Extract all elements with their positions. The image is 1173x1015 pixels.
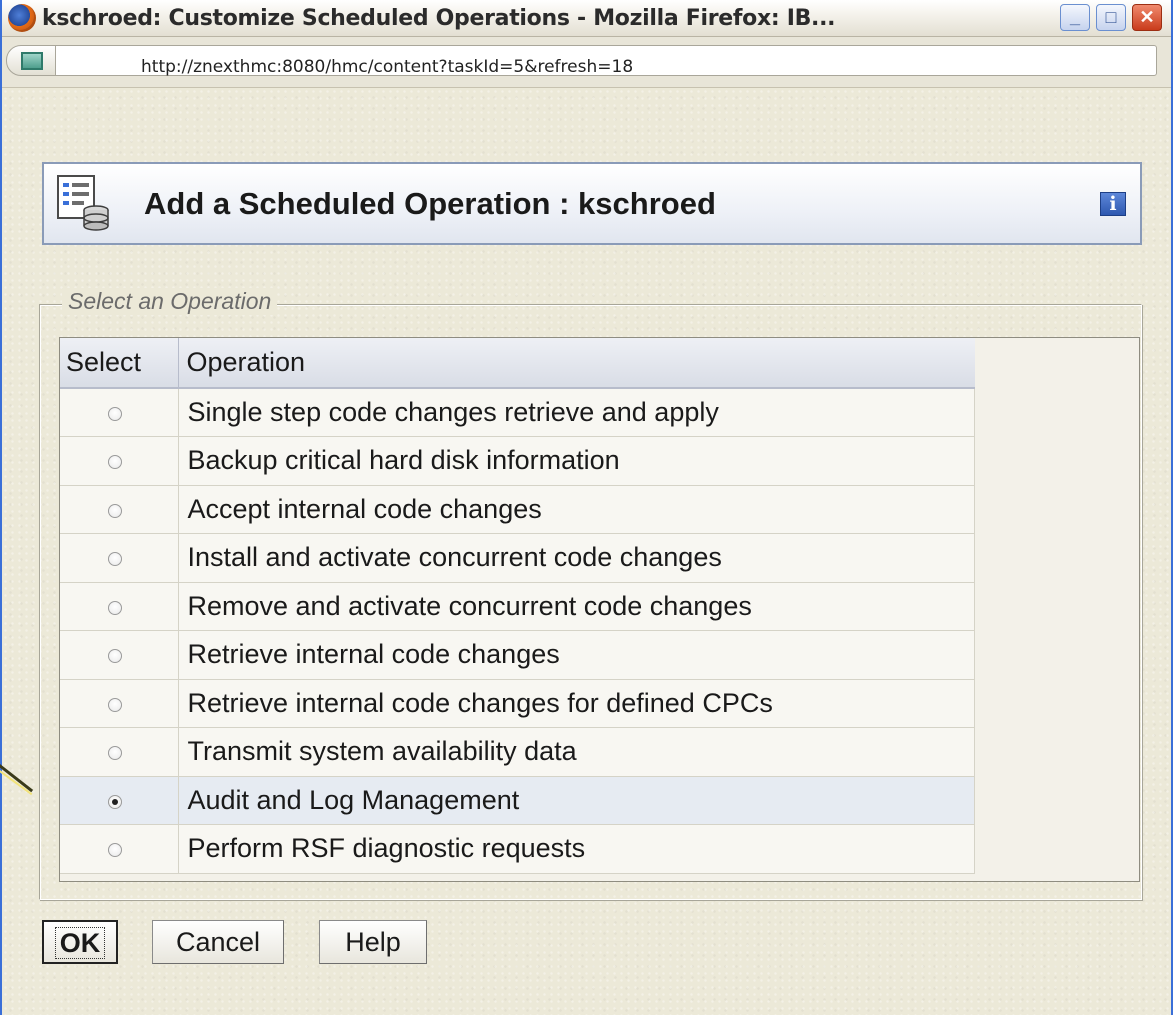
table-row[interactable]: Retrieve internal code changes [60,630,975,680]
operation-radio[interactable] [107,843,122,858]
operations-table: Select Operation Single step code change… [60,338,975,874]
table-body: Single step code changes retrieve and ap… [60,388,975,874]
page-content: Add a Scheduled Operation : kschroed i S… [2,88,1171,1015]
window-title: kschroed: Customize Scheduled Operations… [42,6,836,31]
operation-radio[interactable] [107,600,122,615]
operation-radio[interactable] [107,794,122,809]
select-cell [60,388,179,437]
select-cell [60,630,179,680]
table-row[interactable]: Transmit system availability data [60,727,975,777]
table-row[interactable]: Install and activate concurrent code cha… [60,533,975,583]
operation-name: Retrieve internal code changes for defin… [178,679,975,728]
operation-radio[interactable] [107,649,122,664]
operation-radio[interactable] [107,406,122,421]
table-row[interactable]: Remove and activate concurrent code chan… [60,582,975,631]
close-button[interactable]: ✕ [1132,4,1162,31]
browser-window: kschroed: Customize Scheduled Operations… [0,0,1173,1015]
minimize-button[interactable]: _ [1060,4,1090,31]
operation-name: Remove and activate concurrent code chan… [178,582,975,631]
column-header-operation: Operation [178,338,975,389]
operation-radio[interactable] [107,746,122,761]
select-cell [60,824,179,874]
select-cell [60,679,179,728]
select-cell [60,533,179,583]
select-cell [60,776,179,825]
operation-radio[interactable] [107,552,122,567]
operation-name: Backup critical hard disk information [178,436,975,486]
title-bar: kschroed: Customize Scheduled Operations… [2,0,1171,37]
site-identity-button[interactable] [6,45,56,76]
table-row[interactable]: Audit and Log Management [60,776,975,825]
address-bar: http://znexthmc:8080/hmc/content?taskId=… [2,37,1173,88]
ok-button[interactable]: OK [42,920,118,964]
operation-name: Accept internal code changes [178,485,975,534]
task-header: Add a Scheduled Operation : kschroed i [42,162,1142,245]
select-cell [60,485,179,534]
operation-name: Install and activate concurrent code cha… [178,533,975,583]
operation-name: Transmit system availability data [178,727,975,777]
info-icon[interactable]: i [1100,192,1126,216]
table-empty-area [975,338,1139,881]
firefox-icon [8,4,36,32]
operation-name: Single step code changes retrieve and ap… [178,388,975,437]
maximize-button[interactable]: □ [1096,4,1126,31]
page-title: Add a Scheduled Operation : kschroed [144,186,716,221]
column-header-select: Select [60,338,179,389]
table-row[interactable]: Backup critical hard disk information [60,436,975,486]
help-button[interactable]: Help [319,920,427,964]
fieldset-legend: Select an Operation [62,288,278,315]
cancel-button[interactable]: Cancel [152,920,284,964]
select-cell [60,582,179,631]
scheduled-operations-icon [57,175,109,231]
operation-radio[interactable] [107,503,122,518]
table-row[interactable]: Perform RSF diagnostic requests [60,824,975,874]
operations-table-container: Select Operation Single step code change… [59,337,1140,882]
url-field[interactable]: http://znexthmc:8080/hmc/content?taskId=… [32,45,1173,80]
site-icon [21,52,43,70]
operation-radio[interactable] [107,455,122,470]
operation-name: Audit and Log Management [178,776,975,825]
table-row[interactable]: Single step code changes retrieve and ap… [60,388,975,437]
table-row[interactable]: Accept internal code changes [60,485,975,534]
table-header-row: Select Operation [60,338,975,389]
table-row[interactable]: Retrieve internal code changes for defin… [60,679,975,728]
operation-name: Retrieve internal code changes [178,630,975,680]
select-cell [60,436,179,486]
operation-name: Perform RSF diagnostic requests [178,824,975,874]
select-cell [60,727,179,777]
operation-radio[interactable] [107,697,122,712]
url-text: http://znexthmc:8080/hmc/content?taskId=… [141,57,634,77]
ok-button-label: OK [54,927,106,959]
